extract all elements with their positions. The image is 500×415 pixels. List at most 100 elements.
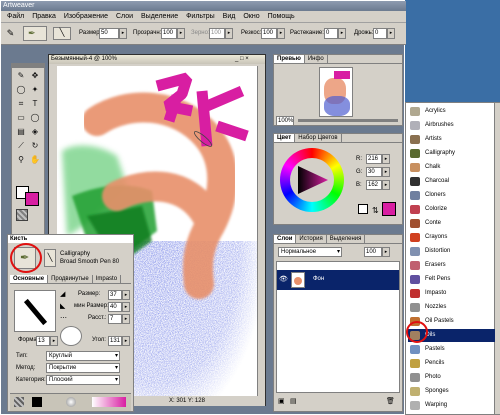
layer-row[interactable]: 👁 Фон (277, 270, 399, 290)
texture-swatch[interactable] (14, 397, 24, 407)
zoom-field[interactable]: 100% (276, 116, 294, 126)
secondary-color-swatch[interactable] (358, 204, 368, 214)
category-select[interactable]: Плоский (46, 375, 120, 385)
category-item[interactable]: Conte (408, 217, 495, 230)
layer-opacity-dropdown[interactable]: ▸ (382, 247, 390, 257)
category-item[interactable]: Colorize (408, 203, 495, 216)
b-field[interactable]: 162 (366, 180, 382, 190)
b-dropdown[interactable]: ▸ (382, 180, 390, 190)
tab[interactable]: Выделения (327, 235, 366, 243)
menu-item[interactable]: Правка (28, 13, 60, 20)
jitter-field[interactable]: 0 (373, 28, 387, 39)
ellipse-select-icon[interactable]: ◯ (29, 112, 41, 124)
category-item[interactable]: Distortion (408, 245, 495, 258)
color-wheel[interactable] (280, 148, 344, 212)
lasso-icon[interactable]: ◯ (15, 84, 27, 96)
blend-mode-select[interactable]: Нормальное (278, 247, 342, 257)
brush-size-dropdown[interactable]: ▸ (122, 290, 130, 300)
grain-field[interactable]: 100 (209, 28, 225, 39)
pattern-swatch[interactable] (66, 397, 76, 407)
trash-icon[interactable]: 🗑 (386, 397, 395, 405)
size-dropdown[interactable]: ▸ (119, 28, 127, 39)
primary-color-swatch[interactable] (382, 202, 396, 216)
min-size-dropdown[interactable]: ▸ (122, 302, 130, 312)
layer-opacity-field[interactable]: 100 (364, 247, 382, 257)
category-item[interactable]: Pastels (408, 343, 495, 356)
category-item[interactable]: Warping (408, 399, 495, 412)
sharpness-dropdown[interactable]: ▸ (277, 28, 285, 39)
category-item[interactable]: Pencils (408, 357, 495, 370)
brush-size-field[interactable]: 37 (108, 290, 122, 300)
stroke-style-button[interactable]: ╲ (53, 27, 71, 40)
category-item[interactable]: Felt Pens (408, 273, 495, 286)
crop-icon[interactable]: ⌗ (15, 98, 27, 110)
gradient-icon[interactable]: ▤ (15, 126, 27, 138)
layer-name[interactable]: Фон (313, 276, 324, 282)
jitter-dropdown[interactable]: ▸ (387, 28, 395, 39)
tab[interactable]: История (296, 235, 327, 243)
gradient-swatch[interactable] (92, 397, 126, 407)
r-dropdown[interactable]: ▸ (382, 154, 390, 164)
category-item[interactable]: Sponges (408, 385, 495, 398)
menu-item[interactable]: Изображение (60, 13, 112, 20)
form-field[interactable]: 13 (36, 336, 50, 346)
angle-dropdown[interactable]: ▸ (122, 336, 130, 346)
category-item[interactable]: Airbrushes (408, 119, 495, 132)
eyedropper-icon[interactable]: ⟋ (15, 140, 27, 152)
spread-dropdown[interactable]: ▸ (338, 28, 346, 39)
menu-item[interactable]: Выделение (137, 13, 182, 20)
move-icon[interactable]: ✥ (29, 70, 41, 82)
spread-field[interactable]: 0 (324, 28, 338, 39)
rect-select-icon[interactable]: ▭ (15, 112, 27, 124)
foreground-color-swatch[interactable] (25, 192, 39, 206)
category-item[interactable]: Crayons (408, 231, 495, 244)
hand-icon[interactable]: ✋ (29, 154, 41, 166)
tab[interactable]: Продвинутые (48, 275, 93, 283)
window-controls[interactable]: _ □ × (235, 56, 249, 62)
category-item[interactable]: Erasers (408, 259, 495, 272)
method-select[interactable]: Покрытие (46, 363, 120, 373)
canvas-scrollbar[interactable] (257, 66, 265, 396)
category-item[interactable]: Impasto (408, 287, 495, 300)
preview-thumbnail[interactable] (319, 67, 353, 117)
category-item[interactable]: Artists (408, 133, 495, 146)
zoom-icon[interactable]: ⚲ (15, 154, 27, 166)
tools-grip[interactable] (12, 64, 44, 68)
category-item[interactable]: Acrylics (408, 105, 495, 118)
fill-bucket-icon[interactable]: ◈ (29, 126, 41, 138)
folder-icon[interactable]: ▤ (290, 397, 297, 405)
menu-item[interactable]: Фильтры (182, 13, 219, 20)
new-layer-icon[interactable]: ▣ (278, 397, 285, 405)
min-size-field[interactable]: 40 (108, 302, 122, 312)
category-item[interactable]: Cloners (408, 189, 495, 202)
tab[interactable]: Impasto (93, 275, 122, 283)
category-item[interactable]: Charcoal (408, 175, 495, 188)
category-item[interactable]: Chalk (408, 161, 495, 174)
menu-item[interactable]: Слои (112, 13, 137, 20)
tab[interactable]: Инфо (305, 55, 328, 63)
tab[interactable]: Набор Цветов (295, 134, 342, 142)
menu-item[interactable]: Помощь (264, 13, 299, 20)
tab[interactable]: Цвет (274, 134, 296, 142)
g-field[interactable]: 30 (366, 167, 382, 177)
zoom-slider[interactable] (298, 119, 398, 122)
black-swatch[interactable] (32, 397, 42, 407)
text-icon[interactable]: T (29, 98, 41, 110)
paper-texture-swatch[interactable] (16, 209, 28, 221)
tab[interactable]: Основные (10, 275, 49, 283)
brush-icon[interactable]: ✎ (15, 70, 27, 82)
sharpness-field[interactable]: 100 (261, 28, 277, 39)
form-dropdown[interactable]: ▸ (50, 336, 58, 346)
opacity-dropdown[interactable]: ▸ (177, 28, 185, 39)
type-select[interactable]: Круглый (46, 351, 120, 361)
category-item[interactable]: Calligraphy (408, 147, 495, 160)
stroke-icon[interactable]: ╲ (44, 249, 56, 267)
brush-tool-icon[interactable]: ✎ (5, 28, 16, 39)
angle-field[interactable]: 131 (108, 336, 122, 346)
menu-item[interactable]: Вид (219, 13, 240, 20)
menu-item[interactable]: Файл (3, 13, 28, 20)
r-field[interactable]: 216 (366, 154, 382, 164)
brush-variant-button[interactable]: ✒ (23, 26, 47, 41)
angle-dial[interactable] (60, 326, 82, 346)
category-item[interactable]: Nozzles (408, 301, 495, 314)
